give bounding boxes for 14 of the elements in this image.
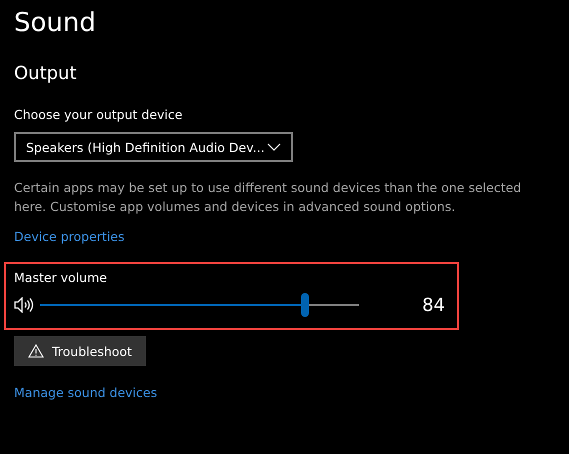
slider-thumb[interactable] bbox=[300, 293, 309, 317]
volume-label: Master volume bbox=[14, 269, 108, 287]
volume-value: 84 bbox=[421, 294, 445, 316]
speaker-icon bbox=[14, 297, 34, 313]
chevron-down-icon bbox=[267, 143, 281, 151]
page-title: Sound bbox=[14, 7, 96, 40]
manage-devices-link[interactable]: Manage sound devices bbox=[14, 384, 158, 402]
troubleshoot-button[interactable]: Troubleshoot bbox=[14, 336, 146, 366]
section-heading: Output bbox=[14, 62, 77, 86]
output-device-dropdown[interactable]: Speakers (High Definition Audio Dev... bbox=[14, 132, 293, 162]
field-label: Choose your output device bbox=[14, 106, 182, 124]
device-properties-link[interactable]: Device properties bbox=[14, 228, 125, 246]
warning-icon bbox=[28, 344, 44, 358]
description-text: Certain apps may be set up to use different sound devices than the one selected here. Customise app volumes and devices in advanced sound options. bbox=[14, 179, 522, 216]
